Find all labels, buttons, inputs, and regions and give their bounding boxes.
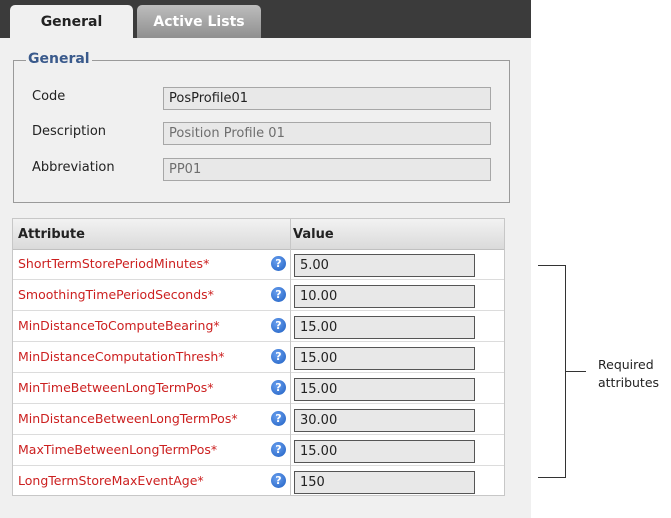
help-icon[interactable]: ?	[271, 411, 286, 426]
help-icon[interactable]: ?	[271, 442, 286, 457]
attribute-name: LongTermStoreMaxEventAge*	[18, 473, 204, 488]
attribute-name: MaxTimeBetweenLongTermPos*	[18, 442, 218, 457]
abbreviation-label: Abbreviation	[32, 160, 115, 175]
table-row: LongTermStoreMaxEventAge* ? 150	[13, 467, 504, 497]
code-field[interactable]: PosProfile01	[163, 87, 491, 110]
table-row: MinDistanceToComputeBearing* ? 15.00	[13, 312, 504, 342]
help-icon[interactable]: ?	[271, 473, 286, 488]
attribute-name: MinDistanceToComputeBearing*	[18, 318, 220, 333]
description-label: Description	[32, 124, 107, 139]
tab-general[interactable]: General	[10, 5, 133, 39]
attribute-name: MinDistanceBetweenLongTermPos*	[18, 411, 238, 426]
table-row: MinDistanceComputationThresh* ? 15.00	[13, 343, 504, 373]
help-icon[interactable]: ?	[271, 380, 286, 395]
required-attributes-note: Required attributes	[598, 356, 659, 392]
table-row: MaxTimeBetweenLongTermPos* ? 15.00	[13, 436, 504, 466]
table-row: MinTimeBetweenLongTermPos* ? 15.00	[13, 374, 504, 404]
code-label: Code	[32, 89, 66, 104]
attribute-name: SmoothingTimePeriodSeconds*	[18, 287, 214, 302]
value-column-header: Value	[293, 227, 334, 242]
tab-active-lists[interactable]: Active Lists	[137, 5, 261, 38]
help-icon[interactable]: ?	[271, 318, 286, 333]
attributes-grid: Attribute Value ShortTermStorePeriodMinu…	[12, 218, 505, 496]
value-field[interactable]: 15.00	[294, 316, 475, 339]
help-icon[interactable]: ?	[271, 256, 286, 271]
value-field[interactable]: 10.00	[294, 285, 475, 308]
value-field[interactable]: 5.00	[294, 254, 475, 277]
help-icon[interactable]: ?	[271, 349, 286, 364]
value-field[interactable]: 15.00	[294, 378, 475, 401]
value-field[interactable]: 15.00	[294, 440, 475, 463]
column-divider	[290, 219, 291, 495]
profile-panel: General Active Lists General Code PosPro…	[0, 0, 531, 518]
note-line-2: attributes	[598, 375, 660, 390]
attribute-name: MinTimeBetweenLongTermPos*	[18, 380, 214, 395]
tab-bar: General Active Lists	[0, 0, 531, 39]
table-row: MinDistanceBetweenLongTermPos* ? 30.00	[13, 405, 504, 435]
general-legend: General	[26, 51, 92, 67]
value-field[interactable]: 30.00	[294, 409, 475, 432]
abbreviation-field[interactable]: PP01	[163, 158, 491, 181]
help-icon[interactable]: ?	[271, 287, 286, 302]
attribute-column-header: Attribute	[18, 227, 85, 242]
table-row: ShortTermStorePeriodMinutes* ? 5.00	[13, 250, 504, 280]
required-bracket	[538, 265, 566, 478]
bracket-pointer	[566, 371, 586, 372]
value-field[interactable]: 150	[294, 471, 475, 494]
value-field[interactable]: 15.00	[294, 347, 475, 370]
table-row: SmoothingTimePeriodSeconds* ? 10.00	[13, 281, 504, 311]
attribute-name: ShortTermStorePeriodMinutes*	[18, 256, 210, 271]
attribute-name: MinDistanceComputationThresh*	[18, 349, 225, 364]
grid-header: Attribute Value	[13, 219, 504, 250]
description-field[interactable]: Position Profile 01	[163, 122, 491, 145]
note-line-1: Required	[598, 357, 654, 372]
